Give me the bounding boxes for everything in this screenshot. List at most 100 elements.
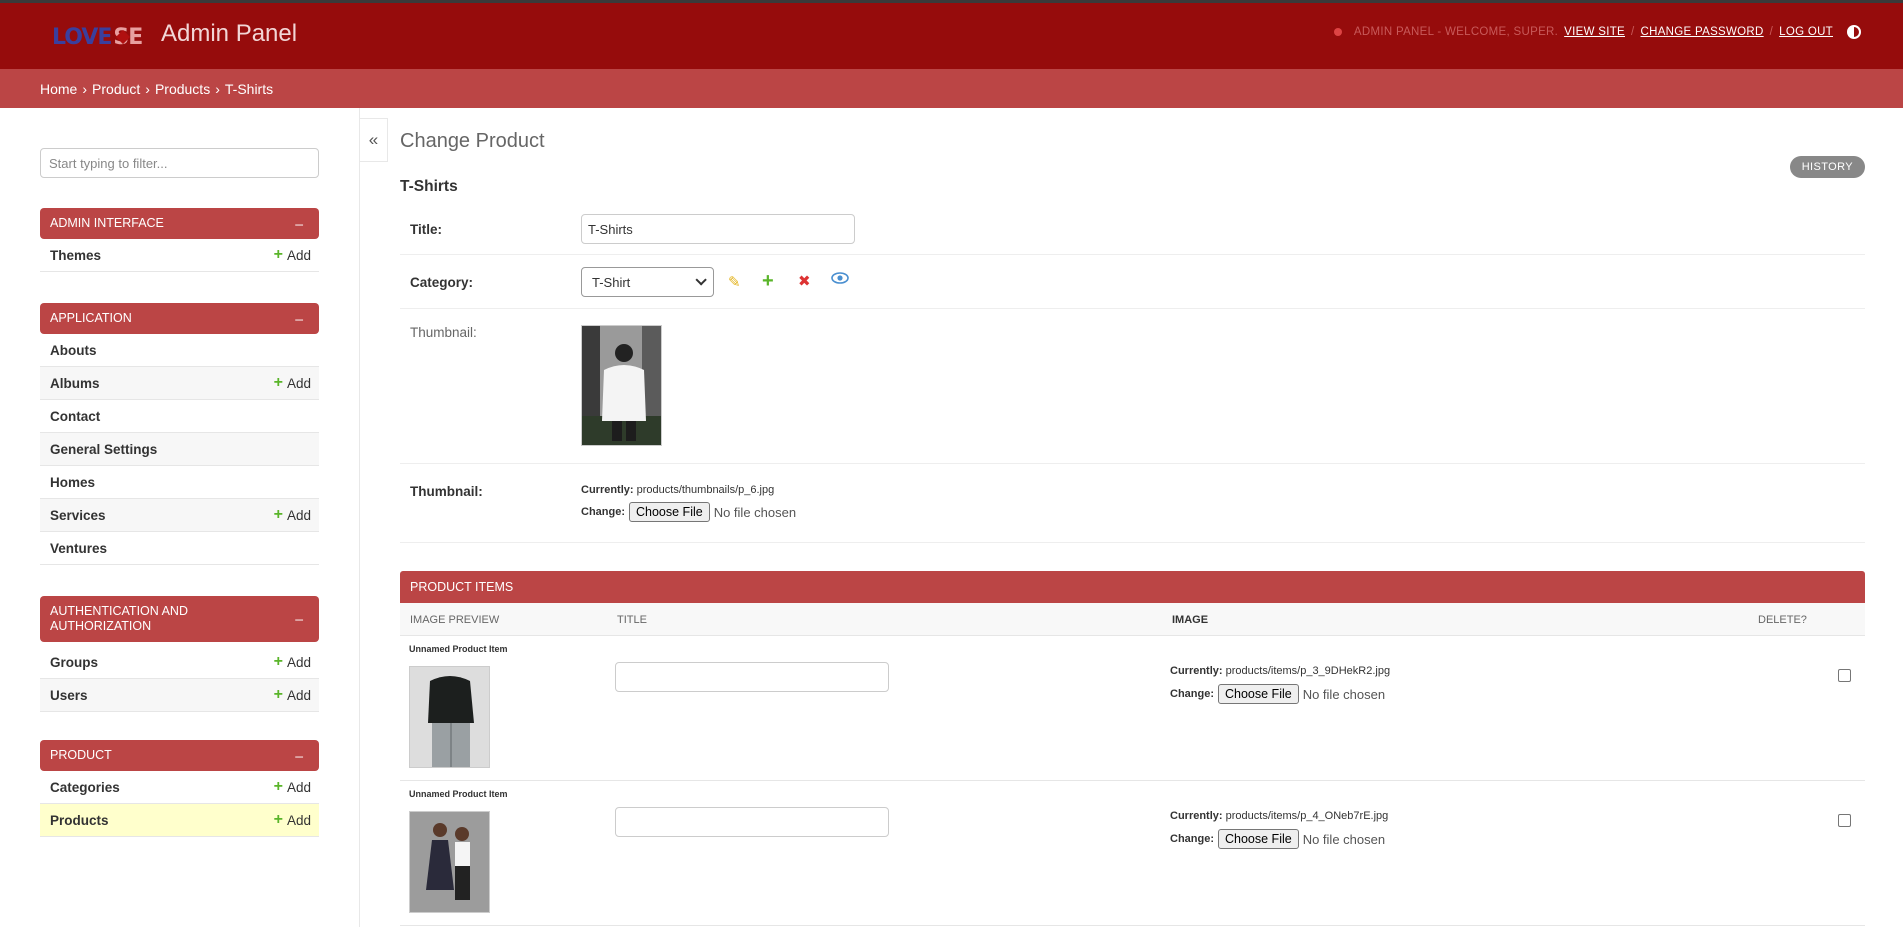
add-groups-button[interactable]: + Add (274, 654, 311, 670)
item-current-file: Currently: products/items/p_4_ONeb7rE.jp… (1170, 810, 1388, 822)
view-site-link[interactable]: VIEW SITE (1564, 26, 1625, 38)
item-title-input[interactable] (615, 807, 889, 837)
sidebar-item-label[interactable]: Ventures (50, 541, 107, 556)
view-eye-icon[interactable] (831, 269, 849, 291)
item-current-file: Currently: products/items/p_3_9DHekR2.jp… (1170, 665, 1390, 677)
status-dot-icon (1333, 28, 1342, 36)
module-title[interactable]: PRODUCT (50, 748, 112, 762)
add-themes-button[interactable]: + Add (273, 246, 311, 263)
add-categories-button[interactable]: + Add (274, 779, 311, 795)
chevron-down-icon (695, 274, 707, 286)
change-label: Change: (1170, 833, 1214, 845)
sidebar-filter-input[interactable] (40, 148, 319, 178)
logout-link[interactable]: LOG OUT (1779, 26, 1833, 38)
module-title[interactable]: APPLICATION (50, 311, 132, 325)
module-title[interactable]: ADMIN INTERFACE (50, 216, 164, 230)
item-file-link[interactable]: products/items/p_3_9DHekR2.jpg (1226, 665, 1390, 677)
inline-row: Unnamed Product Item Currently: products… (400, 636, 1865, 781)
add-products-button[interactable]: + Add (273, 811, 311, 828)
theme-toggle-icon[interactable] (1847, 25, 1861, 39)
item-change-file: Change: Choose File No file chosen (1170, 829, 1385, 849)
sidebar-item-label[interactable]: Users (50, 688, 88, 703)
sidebar-item-label[interactable]: Abouts (50, 343, 97, 358)
thumbnail-current: Currently: products/thumbnails/p_6.jpg (581, 484, 774, 496)
category-select[interactable]: T-Shirt (581, 267, 714, 297)
collapse-icon[interactable]: – (295, 216, 303, 231)
breadcrumb-product[interactable]: Product (92, 81, 140, 97)
module-header: ADMIN INTERFACE – (40, 208, 319, 239)
edit-pencil-icon[interactable]: ✎ (728, 273, 741, 291)
sidebar-item-services: Services + Add (40, 499, 319, 532)
title-input[interactable] (581, 214, 855, 244)
breadcrumb: Home › Product › Products › T-Shirts (0, 69, 1903, 108)
delete-related-icon[interactable]: ✖ (798, 272, 811, 290)
separator: / (1769, 26, 1774, 38)
item-title-input[interactable] (615, 662, 889, 692)
no-file-text: No file chosen (1302, 831, 1386, 847)
sidebar-item-label[interactable]: General Settings (50, 442, 157, 457)
change-label: Change: (581, 506, 625, 518)
plus-icon: + (273, 246, 283, 263)
breadcrumb-products[interactable]: Products (155, 81, 210, 97)
site-name[interactable]: Admin Panel (161, 20, 297, 48)
sidebar-item-label[interactable]: Homes (50, 475, 95, 490)
thumbnail-preview-label: Thumbnail: (410, 325, 477, 340)
sidebar-item-label[interactable]: Products (50, 813, 109, 828)
add-related-icon[interactable]: + (762, 270, 774, 293)
add-label: Add (286, 779, 311, 795)
delete-checkbox[interactable] (1838, 814, 1851, 827)
delete-checkbox[interactable] (1838, 669, 1851, 682)
site-logo[interactable]: LOVE SE (52, 21, 143, 53)
module-header: AUTHENTICATION AND AUTHORIZATION – (40, 596, 319, 642)
history-button[interactable]: HISTORY (1789, 156, 1865, 178)
toggle-sidebar-button[interactable]: « (360, 118, 388, 162)
change-label: Change: (1170, 688, 1214, 700)
breadcrumb-home[interactable]: Home (40, 81, 77, 97)
sidebar-item-label[interactable]: Themes (50, 248, 101, 263)
thumbnail-change: Change: Choose File No file chosen (581, 502, 796, 522)
no-file-text: No file chosen (1302, 686, 1386, 702)
item-file-link[interactable]: products/items/p_4_ONeb7rE.jpg (1226, 810, 1389, 822)
product-items-inline: PRODUCT ITEMS IMAGE PREVIEW TITLE IMAGE … (400, 571, 1865, 926)
logo-text-left: LOVE (52, 24, 112, 50)
add-users-button[interactable]: + Add (273, 686, 311, 703)
currently-label: Currently: (1170, 810, 1223, 822)
choose-file-button[interactable]: Choose File (629, 502, 710, 522)
collapse-icon[interactable]: – (295, 748, 303, 763)
add-label: Add (286, 812, 311, 828)
item-change-file: Change: Choose File No file chosen (1170, 684, 1385, 704)
collapse-icon[interactable]: – (295, 611, 303, 627)
choose-file-button[interactable]: Choose File (1218, 684, 1299, 704)
add-albums-button[interactable]: + Add (274, 375, 311, 391)
plus-icon: + (273, 506, 283, 523)
item-caption: Unnamed Product Item (409, 789, 508, 799)
plus-icon: + (273, 686, 283, 703)
change-password-link[interactable]: CHANGE PASSWORD (1641, 26, 1764, 38)
currently-label: Currently: (581, 484, 634, 496)
sidebar-item-label[interactable]: Services (50, 508, 106, 523)
column-image-preview: IMAGE PREVIEW (410, 614, 500, 626)
object-title: T-Shirts (400, 178, 458, 195)
add-label: Add (286, 654, 311, 670)
breadcrumb-separator: › (145, 81, 150, 97)
sidebar: ADMIN INTERFACE – Themes +Add APPLICATIO… (0, 108, 360, 927)
module-title[interactable]: AUTHENTICATION AND AUTHORIZATION (50, 604, 188, 633)
sidebar-item-label[interactable]: Groups (50, 655, 98, 670)
thumbnail-file-link[interactable]: products/thumbnails/p_6.jpg (637, 484, 775, 496)
sidebar-item-label[interactable]: Contact (50, 409, 100, 424)
breadcrumb-separator: › (215, 81, 220, 97)
form-row-title: Title: (400, 208, 1865, 255)
form-row-category: Category: T-Shirt ✎ + ✖ (400, 255, 1865, 309)
collapse-icon[interactable]: – (295, 311, 303, 326)
thumbnail-image (581, 325, 662, 446)
choose-file-button[interactable]: Choose File (1218, 829, 1299, 849)
inline-header: PRODUCT ITEMS (400, 571, 1865, 603)
sidebar-item-label[interactable]: Albums (50, 376, 100, 391)
sidebar-item-label[interactable]: Categories (50, 780, 120, 795)
sidebar-item-groups: Groups + Add (40, 646, 319, 679)
no-file-text: No file chosen (713, 504, 797, 520)
plus-icon: + (273, 811, 283, 828)
form-row-thumbnail: Thumbnail: Currently: products/thumbnail… (400, 464, 1865, 543)
add-services-button[interactable]: + Add (273, 506, 311, 523)
sidebar-item-albums: Albums + Add (40, 367, 319, 400)
